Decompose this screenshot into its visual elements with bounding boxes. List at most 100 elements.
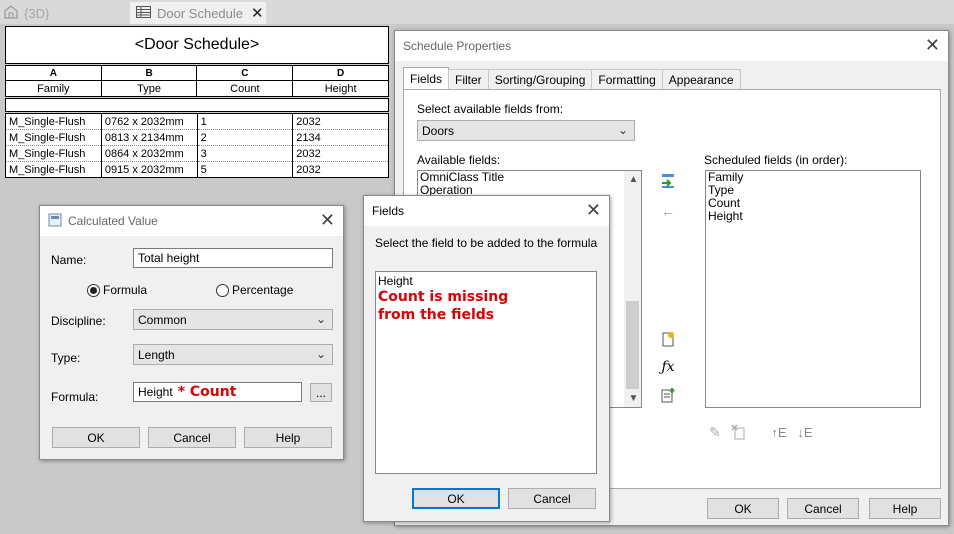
properties-tabs: Fields Filter Sorting/Grouping Formattin…	[403, 67, 741, 89]
cell-height[interactable]: 2032	[292, 145, 389, 162]
scroll-up-icon[interactable]: ▲	[624, 171, 641, 188]
category-dropdown[interactable]: Doors ⌄	[417, 120, 635, 141]
name-label: Name:	[51, 253, 87, 267]
cell-family[interactable]: M_Single-Flush	[5, 161, 102, 178]
pencil-icon[interactable]: ✎	[706, 423, 724, 441]
type-label: Type:	[51, 351, 81, 365]
tab-filter[interactable]: Filter	[448, 69, 489, 89]
new-parameter-icon[interactable]	[659, 330, 677, 348]
percentage-radio[interactable]: Percentage	[216, 283, 293, 297]
close-icon[interactable]: ✕	[925, 36, 940, 54]
radio-selected-indicator	[87, 283, 100, 297]
column-letter[interactable]: A	[5, 65, 102, 81]
move-up-icon[interactable]: ↑E	[770, 423, 788, 441]
table-row[interactable]: M_Single-Flush 0762 x 2032mm 1 2032	[5, 113, 389, 130]
cell-count[interactable]: 2	[196, 129, 294, 146]
help-button[interactable]: Help	[869, 498, 941, 519]
column-letter[interactable]: D	[292, 65, 389, 81]
list-item[interactable]: Height	[376, 274, 596, 288]
discipline-label: Discipline:	[51, 314, 106, 328]
close-icon[interactable]: ✕	[251, 4, 264, 22]
chevron-down-icon: ⌄	[315, 347, 326, 361]
cell-family[interactable]: M_Single-Flush	[5, 129, 102, 146]
tab-3d-label: {3D}	[24, 5, 50, 21]
view-tab-bar: {3D} Door Schedule ✕	[0, 0, 954, 24]
cell-count[interactable]: 5	[196, 161, 294, 178]
type-value: Length	[138, 347, 175, 362]
calculator-icon	[48, 213, 62, 230]
scroll-thumb[interactable]	[626, 301, 639, 389]
table-row[interactable]: M_Single-Flush 0813 x 2134mm 2 2134	[5, 129, 389, 146]
tab-3d-view[interactable]: {3D}	[4, 2, 49, 24]
cell-count[interactable]: 1	[196, 113, 294, 130]
cell-type[interactable]: 0813 x 2134mm	[100, 129, 198, 146]
tab-fields[interactable]: Fields	[403, 67, 450, 89]
fields-prompt: Select the field to be added to the form…	[375, 236, 598, 250]
percentage-radio-label: Percentage	[232, 283, 294, 297]
add-parameter-icon[interactable]	[659, 172, 677, 190]
type-dropdown[interactable]: Length ⌄	[133, 344, 333, 365]
browse-fields-button[interactable]: ...	[310, 383, 332, 402]
cell-height[interactable]: 2032	[292, 113, 389, 130]
cancel-button[interactable]: Cancel	[787, 498, 859, 519]
tab-formatting[interactable]: Formatting	[591, 69, 663, 89]
ok-button[interactable]: OK	[52, 427, 140, 448]
dialog-title: Calculated Value	[68, 214, 158, 228]
cell-height[interactable]: 2134	[292, 129, 389, 146]
list-item[interactable]: Family	[706, 171, 920, 184]
ok-button[interactable]: OK	[707, 498, 779, 519]
formula-radio[interactable]: Formula	[87, 283, 147, 297]
fields-dialog: Fields ✕ Select the field to be added to…	[363, 195, 610, 522]
dialog-titlebar: Schedule Properties ✕	[395, 31, 948, 61]
list-item[interactable]: Height	[706, 210, 920, 223]
ok-button[interactable]: OK	[412, 488, 500, 509]
close-icon[interactable]: ✕	[320, 211, 335, 229]
cell-height[interactable]: 2032	[292, 161, 389, 178]
house-cube-icon	[4, 4, 18, 22]
column-header[interactable]: Height	[292, 80, 389, 97]
discipline-dropdown[interactable]: Common ⌄	[133, 309, 333, 330]
scheduled-fields-list[interactable]: Family Type Count Height	[705, 170, 921, 408]
column-header[interactable]: Type	[100, 80, 198, 97]
dialog-titlebar: Calculated Value ✕	[40, 206, 343, 236]
cell-family[interactable]: M_Single-Flush	[5, 113, 102, 130]
discipline-value: Common	[138, 312, 187, 327]
cell-type[interactable]: 0762 x 2032mm	[100, 113, 198, 130]
move-down-icon[interactable]: ↓E	[796, 423, 814, 441]
fx-icon[interactable]: ƒx	[659, 358, 677, 376]
schedule-title: <Door Schedule>	[5, 26, 389, 64]
cell-type[interactable]: 0915 x 2032mm	[100, 161, 198, 178]
scheduled-fields-label: Scheduled fields (in order):	[704, 153, 848, 167]
combine-parameters-icon[interactable]	[659, 386, 677, 404]
cell-family[interactable]: M_Single-Flush	[5, 145, 102, 162]
scroll-down-icon[interactable]: ▼	[624, 390, 641, 407]
calculated-value-dialog: Calculated Value ✕ Name: Total height Fo…	[39, 205, 344, 460]
column-letter[interactable]: B	[100, 65, 198, 81]
formula-field[interactable]: Height * Count	[133, 382, 302, 402]
remove-parameter-icon[interactable]: ←	[659, 202, 677, 220]
close-icon[interactable]: ✕	[586, 201, 601, 219]
column-letter[interactable]: C	[196, 65, 294, 81]
tab-door-schedule-label: Door Schedule	[157, 5, 243, 21]
column-header[interactable]: Family	[5, 80, 102, 97]
tab-appearance[interactable]: Appearance	[661, 69, 741, 89]
help-button[interactable]: Help	[244, 427, 332, 448]
cancel-button[interactable]: Cancel	[148, 427, 236, 448]
cell-type[interactable]: 0864 x 2032mm	[100, 145, 198, 162]
missing-field-annotation: from the fields	[378, 307, 495, 323]
formula-fields-list[interactable]: Height Count is missing from the fields	[375, 271, 597, 474]
dialog-title: Fields	[372, 204, 405, 218]
table-row[interactable]: M_Single-Flush 0864 x 2032mm 3 2032	[5, 145, 389, 162]
formula-radio-label: Formula	[103, 283, 148, 297]
delete-parameter-icon[interactable]	[730, 423, 748, 441]
column-header[interactable]: Count	[196, 80, 294, 97]
cell-count[interactable]: 3	[196, 145, 294, 162]
table-row[interactable]: M_Single-Flush 0915 x 2032mm 5 2032	[5, 161, 389, 178]
scrollbar[interactable]: ▲ ▼	[624, 171, 641, 407]
name-field[interactable]: Total height	[133, 248, 333, 268]
tab-door-schedule[interactable]: Door Schedule ✕	[130, 2, 266, 24]
schedule-spacer-row	[5, 98, 389, 112]
tab-sorting-grouping[interactable]: Sorting/Grouping	[487, 69, 593, 89]
cancel-button[interactable]: Cancel	[508, 488, 596, 509]
chevron-down-icon: ⌄	[617, 123, 628, 137]
